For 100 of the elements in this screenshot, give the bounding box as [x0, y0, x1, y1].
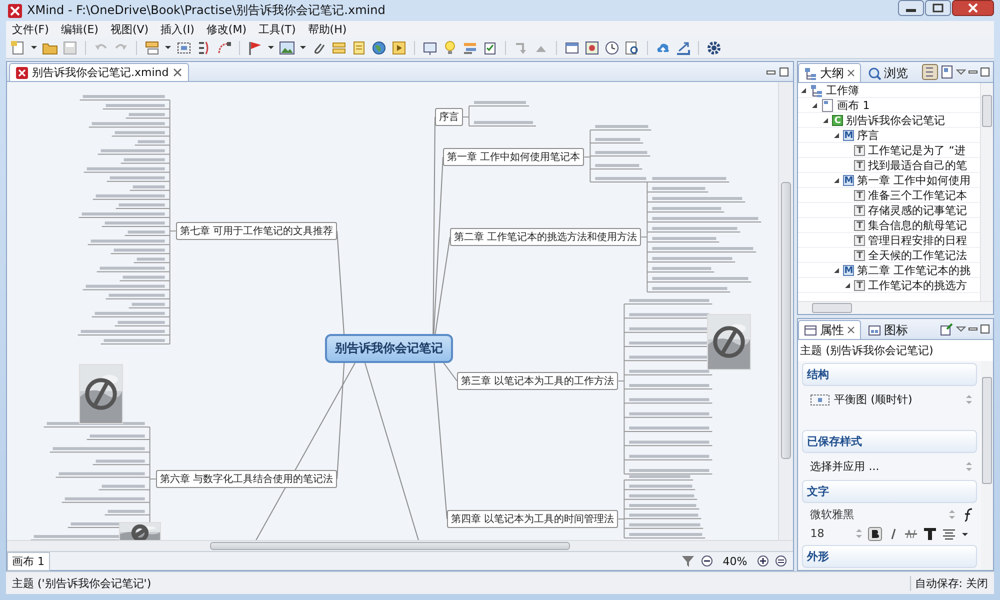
- boundary-icon[interactable]: [176, 40, 192, 56]
- tree-item[interactable]: 画布 1: [798, 98, 980, 113]
- font-size-field[interactable]: 18: [810, 527, 850, 540]
- expand-arrow-icon[interactable]: [833, 132, 840, 138]
- vertical-scrollbar[interactable]: [981, 361, 993, 570]
- pin-icon[interactable]: [940, 322, 954, 336]
- main-topic[interactable]: 第一章 工作中如何使用笔记本: [443, 148, 584, 166]
- close-icon[interactable]: [847, 326, 856, 334]
- dropdown-field[interactable]: 选择并应用 ...: [802, 457, 977, 476]
- panel-tab[interactable]: 大纲: [798, 63, 862, 82]
- filter-icon[interactable]: [680, 554, 695, 568]
- expand-arrow-icon[interactable]: [844, 282, 852, 288]
- tree-item[interactable]: M 序言: [798, 128, 980, 143]
- menu-item[interactable]: 视图(V): [104, 22, 155, 37]
- dropdown-field[interactable]: 平衡图 (顺时针): [802, 390, 977, 409]
- export-icon[interactable]: [675, 40, 691, 56]
- menu-item[interactable]: 帮助(H): [302, 22, 353, 37]
- panel-tab[interactable]: 图标: [863, 321, 914, 339]
- tree-item[interactable]: T 管理日程安排的日程: [798, 233, 980, 248]
- zoom-out-icon[interactable]: [700, 555, 713, 567]
- gear-icon[interactable]: [706, 40, 722, 56]
- expand-arrow-icon[interactable]: [833, 176, 840, 184]
- sheet-tab[interactable]: 画布 1: [7, 552, 50, 570]
- topic-icon[interactable]: [144, 40, 160, 56]
- panel-tab[interactable]: 浏览: [863, 64, 914, 82]
- light-bulb-icon[interactable]: [442, 40, 458, 56]
- minimize-icon[interactable]: [898, 0, 924, 16]
- expand-arrow-icon[interactable]: [811, 102, 818, 108]
- task-icon[interactable]: [482, 40, 498, 56]
- section-header[interactable]: 外形: [802, 545, 977, 568]
- menu-item[interactable]: 文件(F): [6, 22, 55, 37]
- menu-item[interactable]: 修改(M): [200, 22, 252, 37]
- audio-note-icon[interactable]: [391, 40, 407, 56]
- zoom-fit-icon[interactable]: [775, 555, 788, 567]
- align-icon[interactable]: [942, 526, 956, 541]
- central-topic[interactable]: 别告诉我你会记笔记: [325, 334, 453, 363]
- maximize-icon[interactable]: [980, 67, 990, 77]
- menu-item[interactable]: 插入(I): [154, 22, 200, 37]
- maximize-icon[interactable]: [980, 324, 990, 334]
- menu-item[interactable]: 工具(T): [252, 22, 302, 37]
- tree-item[interactable]: T 存储灵感的记事笔记: [798, 203, 980, 218]
- panel-tab[interactable]: 属性: [798, 320, 862, 339]
- main-topic[interactable]: 第四章 以笔记本为工具的时间管理法: [447, 510, 618, 528]
- tree-item[interactable]: T 全天候的工作笔记法: [798, 248, 980, 263]
- text-color-icon[interactable]: [923, 526, 938, 541]
- main-topic[interactable]: 第三章 以笔记本为工具的工作方法: [457, 372, 618, 390]
- zoom-in-icon[interactable]: [757, 555, 770, 567]
- section-header[interactable]: 已保存样式: [802, 430, 977, 454]
- expand-arrow-icon[interactable]: [822, 116, 830, 124]
- bold-icon[interactable]: [868, 526, 882, 541]
- expand-arrow-icon[interactable]: [833, 266, 840, 274]
- window-icon[interactable]: [564, 40, 580, 56]
- page-view-icon[interactable]: [940, 65, 954, 79]
- tree-item[interactable]: T 准备三个工作笔记本: [798, 188, 980, 203]
- tree-item[interactable]: 工作簿: [798, 83, 980, 98]
- topic-type-badge: T: [854, 160, 866, 170]
- image-icon[interactable]: [279, 40, 295, 56]
- brainstorm-icon[interactable]: [462, 40, 478, 56]
- flag-icon[interactable]: [247, 40, 263, 56]
- tree-item[interactable]: M 第二章 工作笔记本的挑: [798, 263, 980, 278]
- editor-tab[interactable]: 别告诉我你会记笔记.xmind: [9, 63, 189, 81]
- search-icon[interactable]: [624, 40, 640, 56]
- tree-item[interactable]: T 工作笔记是为了 “进: [798, 143, 980, 158]
- tree-item[interactable]: C 别告诉我你会记笔记: [798, 113, 980, 128]
- globe-icon[interactable]: [371, 40, 387, 56]
- expand-arrow-icon[interactable]: [800, 86, 808, 94]
- main-topic[interactable]: 第六章 与数字化工具结合使用的笔记法: [156, 470, 337, 488]
- maximize-icon[interactable]: [925, 0, 951, 16]
- section-header[interactable]: 文字: [802, 480, 977, 504]
- font-field[interactable]: 微软雅黑: [810, 507, 943, 522]
- tree-item[interactable]: M 第一章 工作中如何使用: [798, 173, 980, 188]
- menu-item[interactable]: 编辑(E): [54, 22, 104, 37]
- horizontal-scrollbar[interactable]: [798, 301, 993, 314]
- label-icon[interactable]: [331, 40, 347, 56]
- gallery-icon[interactable]: [584, 40, 600, 56]
- close-icon[interactable]: [847, 69, 856, 77]
- tree-item[interactable]: T 集合信息的航母笔记: [798, 218, 980, 233]
- relationship-icon[interactable]: [216, 40, 232, 56]
- tree-item[interactable]: T 工作笔记本的挑选方: [798, 278, 980, 293]
- horizontal-scrollbar[interactable]: [7, 540, 794, 551]
- maximize-icon[interactable]: [779, 66, 790, 76]
- view-menu-icon[interactable]: [956, 67, 966, 77]
- icon-gallery-icon: [868, 324, 882, 336]
- new-file-icon[interactable]: [10, 40, 26, 56]
- app-logo-icon: [16, 66, 28, 78]
- clock-icon[interactable]: [604, 40, 620, 56]
- section-header[interactable]: 结构: [802, 363, 977, 386]
- main-topic[interactable]: 第七章 可用于工作笔记的文具推荐: [176, 222, 337, 240]
- tree-item[interactable]: T 找到最适合自己的笔: [798, 158, 980, 173]
- vertical-scrollbar[interactable]: [778, 82, 793, 540]
- vertical-scrollbar[interactable]: [980, 83, 993, 301]
- close-icon[interactable]: [952, 0, 994, 16]
- view-menu-icon[interactable]: [956, 324, 966, 334]
- note-icon[interactable]: [351, 40, 367, 56]
- presentation-icon[interactable]: [422, 40, 438, 56]
- tree-view-icon[interactable]: [922, 64, 938, 80]
- main-topic[interactable]: 序言: [435, 108, 463, 126]
- close-icon[interactable]: [172, 68, 182, 77]
- selection-title: 主题 (别告诉我你会记笔记): [799, 343, 934, 359]
- main-topic[interactable]: 第二章 工作笔记本的挑选方法和使用方法: [450, 228, 642, 246]
